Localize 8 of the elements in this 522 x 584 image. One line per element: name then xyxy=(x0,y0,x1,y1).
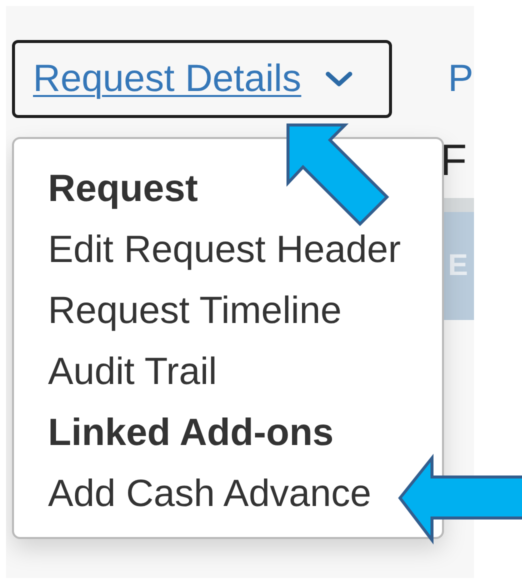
menu-item[interactable]: Edit Request Header xyxy=(48,224,401,285)
menu-item[interactable]: Add Cash Advance xyxy=(48,468,372,529)
menu-section-heading: Linked Add-ons xyxy=(48,411,334,456)
menu-item[interactable]: Audit Trail xyxy=(48,346,217,407)
menu-item[interactable]: Request Timeline xyxy=(48,285,342,346)
dropdown-button[interactable]: Request Details xyxy=(12,40,392,118)
nav-tab[interactable]: P xyxy=(448,58,474,100)
menu-section-heading: Request xyxy=(48,167,198,212)
